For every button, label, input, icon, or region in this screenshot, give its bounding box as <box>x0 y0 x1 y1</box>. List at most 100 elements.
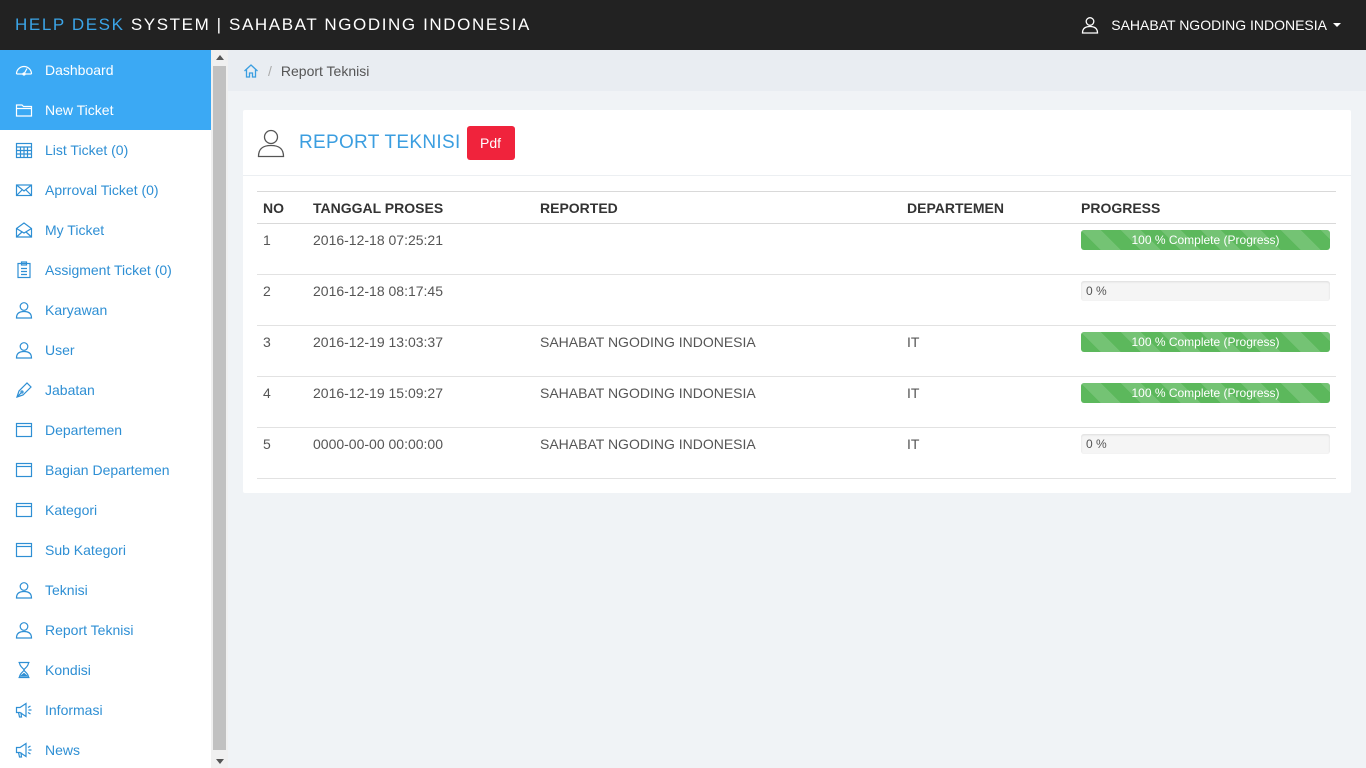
breadcrumb-current: Report Teknisi <box>280 62 370 79</box>
progress-label: 0 % <box>1086 437 1107 451</box>
sidebar-item-teknisi[interactable]: Teknisi <box>0 570 211 610</box>
sidebar-item-label: List Ticket (0) <box>45 142 129 158</box>
cell-tanggal: 2016-12-19 13:03:37 <box>307 325 534 377</box>
user-icon <box>15 621 33 639</box>
sidebar-item-label: Teknisi <box>45 582 88 598</box>
sidebar-item-label: Kondisi <box>45 662 91 678</box>
window-icon <box>15 541 33 559</box>
user-icon <box>257 129 285 157</box>
sidebar-item-news[interactable]: News <box>0 730 211 768</box>
scroll-up-arrow[interactable] <box>211 50 228 64</box>
cell-reported: SAHABAT NGODING INDONESIA <box>534 376 901 428</box>
column-header[interactable]: TANGGAL PROSES <box>307 191 534 224</box>
progress-bar: 100 % Complete (Progress) <box>1081 332 1330 352</box>
user-icon <box>15 581 33 599</box>
sidebar-item-label: Kategori <box>45 502 98 518</box>
progress-fill: 100 % Complete (Progress) <box>1081 230 1330 250</box>
home-icon[interactable] <box>243 63 259 79</box>
cell-no: 3 <box>257 325 307 377</box>
panel-title: REPORT TEKNISI <box>299 131 461 153</box>
sidebar-item-label: Sub Kategori <box>45 542 126 558</box>
sidebar-item-label: Dashboard <box>45 62 114 78</box>
sidebar-item-departemen[interactable]: Departemen <box>0 410 211 450</box>
cell-tanggal: 2016-12-18 08:17:45 <box>307 274 534 326</box>
cell-reported <box>534 223 901 275</box>
scroll-thumb[interactable] <box>213 66 226 750</box>
cell-reported: SAHABAT NGODING INDONESIA <box>534 427 901 479</box>
cell-progress: 0 % <box>1075 274 1336 326</box>
folder-icon <box>15 101 33 119</box>
sidebar-item-jabatan[interactable]: Jabatan <box>0 370 211 410</box>
progress-bar: 0 % <box>1081 434 1330 454</box>
sidebar-item-label: Aprroval Ticket (0) <box>45 182 159 198</box>
calendar-icon <box>15 141 33 159</box>
brand-title[interactable]: HELP DESK SYSTEM | SAHABAT NGODING INDON… <box>15 15 531 35</box>
sidebar-item-user[interactable]: User <box>0 330 211 370</box>
cell-no: 4 <box>257 376 307 428</box>
sidebar-item-kategori[interactable]: Kategori <box>0 490 211 530</box>
sidebar-item-list-ticket[interactable]: List Ticket (0) <box>0 130 211 170</box>
window-icon <box>15 461 33 479</box>
sidebar-item-sub-kategori[interactable]: Sub Kategori <box>0 530 211 570</box>
scroll-down-arrow[interactable] <box>211 754 228 768</box>
dashboard-icon <box>15 61 33 79</box>
sidebar-item-label: Bagian Departemen <box>45 462 170 478</box>
top-navbar: HELP DESK SYSTEM | SAHABAT NGODING INDON… <box>0 0 1366 50</box>
column-header[interactable]: NO <box>257 191 307 224</box>
report-panel: REPORT TEKNISI Pdf NO TANGGAL PROSES REP… <box>243 110 1351 493</box>
cell-departemen <box>901 223 1075 275</box>
user-icon <box>15 341 33 359</box>
table-row: 5 0000-00-00 00:00:00 SAHABAT NGODING INDO… <box>257 427 1336 479</box>
sidebar-item-label: Assigment Ticket (0) <box>45 262 172 278</box>
cell-departemen: IT <box>901 325 1075 377</box>
pdf-export-button[interactable]: Pdf <box>466 125 515 160</box>
sidebar-item-informasi[interactable]: Informasi <box>0 690 211 730</box>
sidebar-item-label: Karyawan <box>45 302 108 318</box>
sidebar-item-label: News <box>45 742 81 758</box>
breadcrumb: / Report Teknisi <box>228 50 1366 91</box>
progress-label: 0 % <box>1086 284 1107 298</box>
column-header[interactable]: PROGRESS <box>1075 191 1336 224</box>
progress-fill: 100 % Complete (Progress) <box>1081 383 1330 403</box>
sidebar-item-kondisi[interactable]: Kondisi <box>0 650 211 690</box>
megaphone-icon <box>15 701 33 719</box>
cell-reported <box>534 274 901 326</box>
envelope-icon <box>15 181 33 199</box>
table-row: 3 2016-12-19 13:03:37 SAHABAT NGODING INDO… <box>257 325 1336 377</box>
cell-tanggal: 0000-00-00 00:00:00 <box>307 427 534 479</box>
cell-progress: 100 % Complete (Progress) <box>1075 223 1336 275</box>
sidebar-item-dashboard[interactable]: Dashboard <box>0 50 211 90</box>
sidebar-item-report-teknisi[interactable]: Report Teknisi <box>0 610 211 650</box>
sidebar: Dashboard New Ticket List Ticket (0) Aprrov… <box>0 50 211 768</box>
cell-no: 1 <box>257 223 307 275</box>
cell-progress: 0 % <box>1075 427 1336 479</box>
sidebar-item-bagian-departemen[interactable]: Bagian Departemen <box>0 450 211 490</box>
sidebar-scrollbar[interactable] <box>211 50 228 768</box>
table-row: 1 2016-12-18 07:25:21 100 % Complete (Prog… <box>257 223 1336 275</box>
user-icon <box>15 301 33 319</box>
sidebar-item-label: Jabatan <box>45 382 95 398</box>
cell-departemen: IT <box>901 427 1075 479</box>
progress-bar: 100 % Complete (Progress) <box>1081 383 1330 403</box>
user-menu-dropdown[interactable]: SAHABAT NGODING INDONESIA <box>1081 16 1341 34</box>
clipboard-icon <box>15 261 33 279</box>
cell-departemen: IT <box>901 376 1075 428</box>
column-header[interactable]: REPORTED <box>534 191 901 224</box>
sidebar-item-karyawan[interactable]: Karyawan <box>0 290 211 330</box>
table-header-row: NO TANGGAL PROSES REPORTED DEPARTEMEN PR… <box>257 191 1336 224</box>
column-header[interactable]: DEPARTEMEN <box>901 191 1075 224</box>
cell-departemen <box>901 274 1075 326</box>
pen-icon <box>15 381 33 399</box>
progress-bar: 0 % <box>1081 281 1330 301</box>
report-table: NO TANGGAL PROSES REPORTED DEPARTEMEN PR… <box>257 191 1336 479</box>
sidebar-item-my-ticket[interactable]: My Ticket <box>0 210 211 250</box>
sidebar-item-assigment-ticket[interactable]: Assigment Ticket (0) <box>0 250 211 290</box>
caret-down-icon <box>1333 23 1341 27</box>
breadcrumb-separator: / <box>268 62 272 79</box>
hourglass-icon <box>15 661 33 679</box>
cell-no: 2 <box>257 274 307 326</box>
cell-progress: 100 % Complete (Progress) <box>1075 376 1336 428</box>
progress-bar: 100 % Complete (Progress) <box>1081 230 1330 250</box>
sidebar-item-new-ticket[interactable]: New Ticket <box>0 90 211 130</box>
sidebar-item-aprroval-ticket[interactable]: Aprroval Ticket (0) <box>0 170 211 210</box>
